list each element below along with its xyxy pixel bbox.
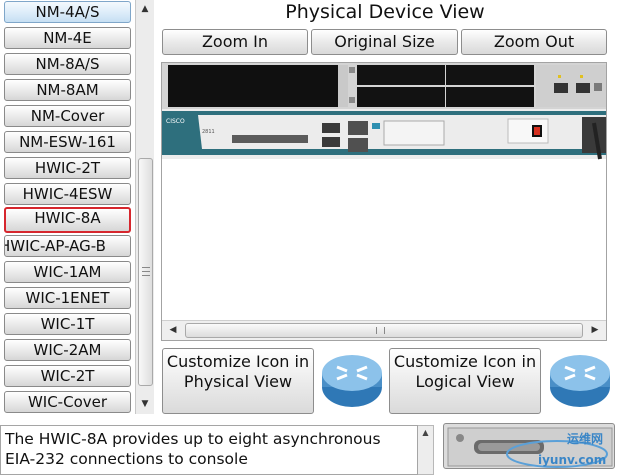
zoom-out-button[interactable]: Zoom Out <box>461 29 607 55</box>
original-size-button[interactable]: Original Size <box>311 29 458 55</box>
arrow-left-icon[interactable]: ◀ <box>164 321 182 340</box>
module-item-nm-esw-161[interactable]: NM-ESW-161 <box>4 131 131 153</box>
arrow-right-icon[interactable]: ▶ <box>586 321 604 340</box>
module-item-nm-cover[interactable]: NM-Cover <box>4 105 131 127</box>
module-item-nm-4e[interactable]: NM-4E <box>4 27 131 49</box>
module-item-wic-2am[interactable]: WIC-2AM <box>4 339 131 361</box>
module-item-nm-8a-s[interactable]: NM-8A/S <box>4 53 131 75</box>
router-icon <box>550 355 610 407</box>
grip-icon <box>142 267 150 276</box>
arrow-down-icon[interactable]: ▼ <box>136 395 154 413</box>
router-brand-label: CISCO <box>166 118 185 125</box>
module-item-hwic-2t[interactable]: HWIC-2T <box>4 157 131 179</box>
module-item-wic-2t[interactable]: WIC-2T <box>4 365 131 387</box>
zoom-in-button[interactable]: Zoom In <box>162 29 308 55</box>
module-item-hwic-8a[interactable]: HWIC-8A <box>4 207 131 233</box>
physical-device-canvas[interactable]: CISCO 2811 ◀ ▶ <box>161 62 607 341</box>
arrow-up-icon[interactable]: ▲ <box>418 428 433 437</box>
view-title: Physical Device View <box>285 1 485 23</box>
canvas-horizontal-scrollbar[interactable]: ◀ ▶ <box>162 320 606 340</box>
description-scrollbar[interactable]: ▲ <box>418 425 434 475</box>
router-icon <box>322 355 382 407</box>
module-item-hwic-ap-ag-b[interactable]: HWIC-AP-AG-B <box>4 235 131 257</box>
module-list-scrollbar[interactable]: ▲ ▼ <box>135 0 154 414</box>
customize-logical-icon-button[interactable]: Customize Icon in Logical View <box>389 348 541 414</box>
watermark-url: iyunv.com <box>538 453 607 467</box>
module-item-wic-1t[interactable]: WIC-1T <box>4 313 131 335</box>
module-item-wic-1am[interactable]: WIC-1AM <box>4 261 131 283</box>
arrow-up-icon[interactable]: ▲ <box>136 0 154 18</box>
horizontal-scrollbar-thumb[interactable] <box>185 323 583 338</box>
module-item-hwic-4esw[interactable]: HWIC-4ESW <box>4 183 131 205</box>
router-chassis-image: CISCO 2811 <box>162 63 606 160</box>
module-item-nm-4a-s[interactable]: NM-4A/S <box>4 1 131 23</box>
module-item-wic-cover[interactable]: WIC-Cover <box>4 391 131 413</box>
module-item-wic-1enet[interactable]: WIC-1ENET <box>4 287 131 309</box>
watermark-text: 运维网 <box>567 432 604 446</box>
scrollbar-thumb[interactable] <box>138 158 153 386</box>
module-description: The HWIC-8A provides up to eight asynchr… <box>0 425 418 475</box>
customize-physical-icon-button[interactable]: Customize Icon in Physical View <box>162 348 314 414</box>
module-list: NM-4A/S NM-4E NM-8A/S NM-8AM NM-Cover NM… <box>0 0 155 414</box>
module-item-nm-8am[interactable]: NM-8AM <box>4 79 131 101</box>
grip-icon <box>376 327 385 334</box>
router-model-label: 2811 <box>202 129 215 135</box>
